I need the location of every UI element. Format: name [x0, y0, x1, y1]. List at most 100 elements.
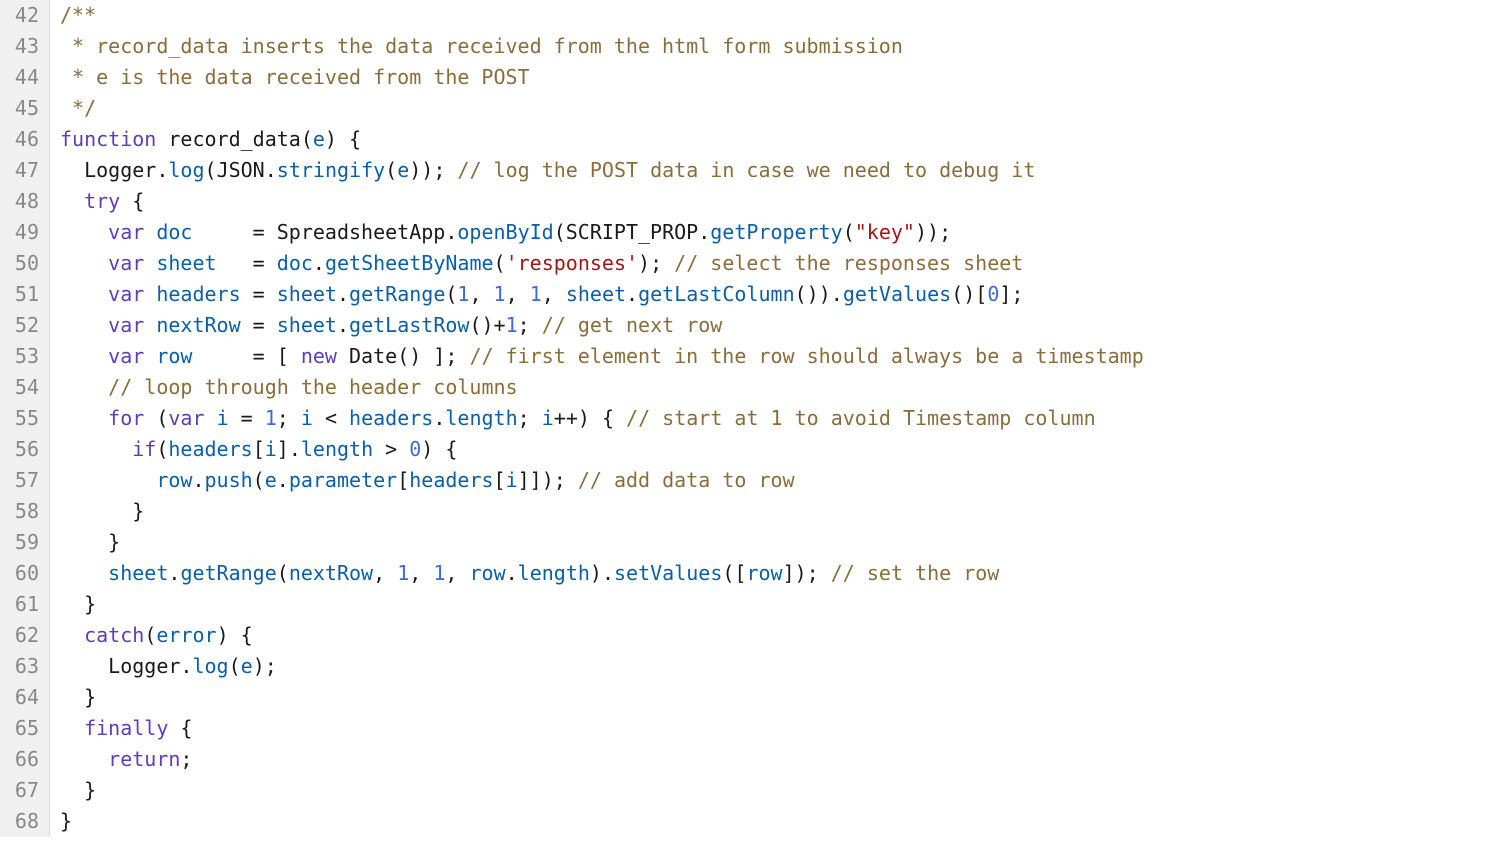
code-line[interactable]: catch(error) { [60, 620, 1144, 651]
code-line[interactable]: var headers = sheet.getRange(1, 1, 1, sh… [60, 279, 1144, 310]
code-line[interactable]: row.push(e.parameter[headers[i]]); // ad… [60, 465, 1144, 496]
token: row [156, 344, 192, 368]
line-number: 66 [6, 744, 39, 775]
token: ( [843, 220, 855, 244]
token [144, 251, 156, 275]
token: . [168, 561, 180, 585]
token: ; [518, 406, 542, 430]
code-line[interactable]: } [60, 496, 1144, 527]
token [144, 344, 156, 368]
code-line[interactable]: * record_data inserts the data received … [60, 31, 1144, 62]
code-line[interactable]: var row = [ new Date() ]; // first eleme… [60, 341, 1144, 372]
token: = [229, 406, 265, 430]
code-line[interactable]: /** [60, 0, 1144, 31]
token: ( [445, 282, 457, 306]
code-line[interactable]: } [60, 527, 1144, 558]
token: ; [277, 406, 301, 430]
token: > [373, 437, 409, 461]
token [205, 406, 217, 430]
token: i [265, 437, 277, 461]
token: . [626, 282, 638, 306]
token: Logger [84, 158, 156, 182]
token: ( [385, 158, 397, 182]
code-line[interactable]: // loop through the header columns [60, 372, 1144, 403]
code-line[interactable]: * e is the data received from the POST [60, 62, 1144, 93]
token: catch [84, 623, 144, 647]
line-number: 44 [6, 62, 39, 93]
code-line[interactable]: } [60, 775, 1144, 806]
code-line[interactable]: finally { [60, 713, 1144, 744]
code-editor-content[interactable]: /** * record_data inserts the data recei… [50, 0, 1144, 837]
code-line[interactable]: if(headers[i].length > 0) { [60, 434, 1144, 465]
token: new [301, 344, 337, 368]
token: e [241, 654, 253, 678]
line-number: 68 [6, 806, 39, 837]
code-line[interactable]: return; [60, 744, 1144, 775]
token: getRange [180, 561, 276, 585]
code-line[interactable]: sheet.getRange(nextRow, 1, 1, row.length… [60, 558, 1144, 589]
code-line[interactable]: } [60, 589, 1144, 620]
token: { [168, 716, 192, 740]
token: // first element in the row should alway… [469, 344, 1143, 368]
token: ) { [325, 127, 361, 151]
token: row [469, 561, 505, 585]
token: . [698, 220, 710, 244]
code-line[interactable]: } [60, 806, 1144, 837]
token: var [108, 313, 144, 337]
line-number: 57 [6, 465, 39, 496]
token: . [337, 313, 349, 337]
token: var [108, 282, 144, 306]
token: var [108, 220, 144, 244]
line-number: 65 [6, 713, 39, 744]
token: getValues [843, 282, 951, 306]
token: sheet [108, 561, 168, 585]
token: ]); [783, 561, 831, 585]
token [337, 344, 349, 368]
token: [ [253, 437, 265, 461]
code-line[interactable]: for (var i = 1; i < headers.length; i++)… [60, 403, 1144, 434]
token: 1 [530, 282, 542, 306]
token: setValues [614, 561, 722, 585]
token: ) { [217, 623, 253, 647]
token: i [217, 406, 229, 430]
token: headers [168, 437, 252, 461]
token: . [337, 282, 349, 306]
code-line[interactable]: var nextRow = sheet.getLastRow()+1; // g… [60, 310, 1144, 341]
token: // loop through the header columns [108, 375, 517, 399]
code-line[interactable]: function record_data(e) { [60, 124, 1144, 155]
token: row [746, 561, 782, 585]
token: 0 [987, 282, 999, 306]
token: . [192, 468, 204, 492]
code-line[interactable]: try { [60, 186, 1144, 217]
code-line[interactable]: } [60, 682, 1144, 713]
token: 1 [265, 406, 277, 430]
token: sheet [156, 251, 216, 275]
token: * e is the data received from the POST [60, 65, 530, 89]
token: < [313, 406, 349, 430]
code-line[interactable]: Logger.log(JSON.stringify(e)); // log th… [60, 155, 1144, 186]
code-line[interactable]: var doc = SpreadsheetApp.openById(SCRIPT… [60, 217, 1144, 248]
token: 0 [409, 437, 421, 461]
line-number: 54 [6, 372, 39, 403]
token: for [108, 406, 144, 430]
token: nextRow [289, 561, 373, 585]
token: ) { [421, 437, 457, 461]
code-line[interactable]: */ [60, 93, 1144, 124]
token: log [168, 158, 204, 182]
token: = [217, 251, 277, 275]
token: . [506, 561, 518, 585]
token [156, 127, 168, 151]
token: getProperty [710, 220, 842, 244]
line-number: 49 [6, 217, 39, 248]
code-line[interactable]: Logger.log(e); [60, 651, 1144, 682]
token: "key" [855, 220, 915, 244]
token: var [168, 406, 204, 430]
token: headers [349, 406, 433, 430]
code-line[interactable]: var sheet = doc.getSheetByName('response… [60, 248, 1144, 279]
line-number: 51 [6, 279, 39, 310]
token: ()). [795, 282, 843, 306]
line-number: 47 [6, 155, 39, 186]
token: . [433, 406, 445, 430]
token: , [373, 561, 397, 585]
token: = [192, 220, 276, 244]
